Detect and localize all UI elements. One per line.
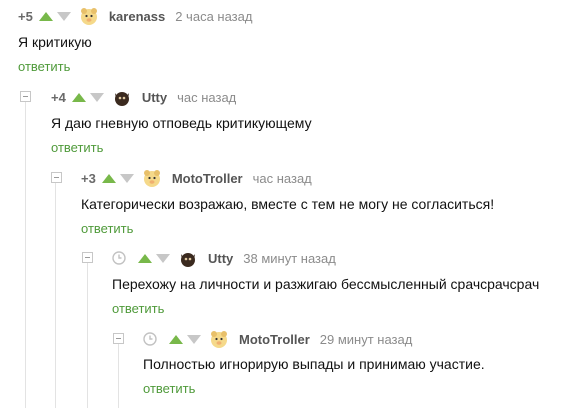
collapse-icon[interactable] <box>82 252 93 263</box>
reply-link[interactable]: ответить <box>143 381 195 396</box>
hamster-avatar-icon[interactable] <box>209 329 229 349</box>
comment-text: Категорически возражаю, вместе с тем не … <box>81 196 495 212</box>
upvote-icon[interactable] <box>138 253 152 263</box>
comment-time[interactable]: час назад <box>177 90 236 105</box>
comment-author[interactable]: MotoTroller <box>239 332 310 347</box>
comment-header: +5 karenass 2 часа назад <box>18 5 252 27</box>
hamster-avatar-icon[interactable] <box>79 6 99 26</box>
dark-creature-avatar-icon[interactable] <box>112 87 132 107</box>
downvote-icon[interactable] <box>119 173 134 183</box>
reply-link[interactable]: ответить <box>112 301 164 316</box>
comment-time[interactable]: час назад <box>253 171 312 186</box>
reply-link[interactable]: ответить <box>18 59 70 74</box>
hamster-avatar-icon[interactable] <box>142 168 162 188</box>
comment-header: +3 MotoTroller час назад <box>81 167 312 189</box>
upvote-icon[interactable] <box>38 11 53 21</box>
upvote-icon[interactable] <box>101 173 116 183</box>
comment-author[interactable]: MotoTroller <box>172 171 243 186</box>
thread-rail <box>25 102 26 408</box>
thread-rail <box>118 343 119 408</box>
reply-link[interactable]: ответить <box>81 221 133 236</box>
comment-text: Перехожу на личности и разжигаю бессмысл… <box>112 276 540 292</box>
comment-header: MotoTroller 29 минут назад <box>143 328 412 350</box>
reply-link[interactable]: ответить <box>51 140 103 155</box>
comment-text: Я даю гневную отповедь критикующему <box>51 115 312 131</box>
comment-time[interactable]: 29 минут назад <box>320 332 413 347</box>
thread-rail <box>87 262 88 408</box>
upvote-icon[interactable] <box>71 92 86 102</box>
comment-text: Полностью игнорирую выпады и принимаю уч… <box>143 356 485 372</box>
comment-author[interactable]: Utty <box>208 251 233 266</box>
collapse-icon[interactable] <box>51 172 62 183</box>
downvote-icon[interactable] <box>156 253 170 263</box>
comment-header: +4 Utty час назад <box>51 86 236 108</box>
downvote-icon[interactable] <box>89 92 104 102</box>
dark-creature-avatar-icon[interactable] <box>178 248 198 268</box>
comment-time[interactable]: 38 минут назад <box>243 251 336 266</box>
thread-rail <box>55 182 56 408</box>
collapse-icon[interactable] <box>113 333 124 344</box>
downvote-icon[interactable] <box>56 11 71 21</box>
comment-author[interactable]: Utty <box>142 90 167 105</box>
comment-time[interactable]: 2 часа назад <box>175 9 252 24</box>
collapse-icon[interactable] <box>20 91 31 102</box>
comment-score: +3 <box>81 170 96 186</box>
comment-score: +5 <box>18 8 33 24</box>
clock-icon <box>143 332 157 346</box>
comment-header: Utty 38 минут назад <box>112 247 336 269</box>
downvote-icon[interactable] <box>187 334 201 344</box>
upvote-icon[interactable] <box>169 334 183 344</box>
comment-score: +4 <box>51 89 66 105</box>
comment-text: Я критикую <box>18 34 92 50</box>
comment-author[interactable]: karenass <box>109 9 165 24</box>
clock-icon <box>112 251 126 265</box>
